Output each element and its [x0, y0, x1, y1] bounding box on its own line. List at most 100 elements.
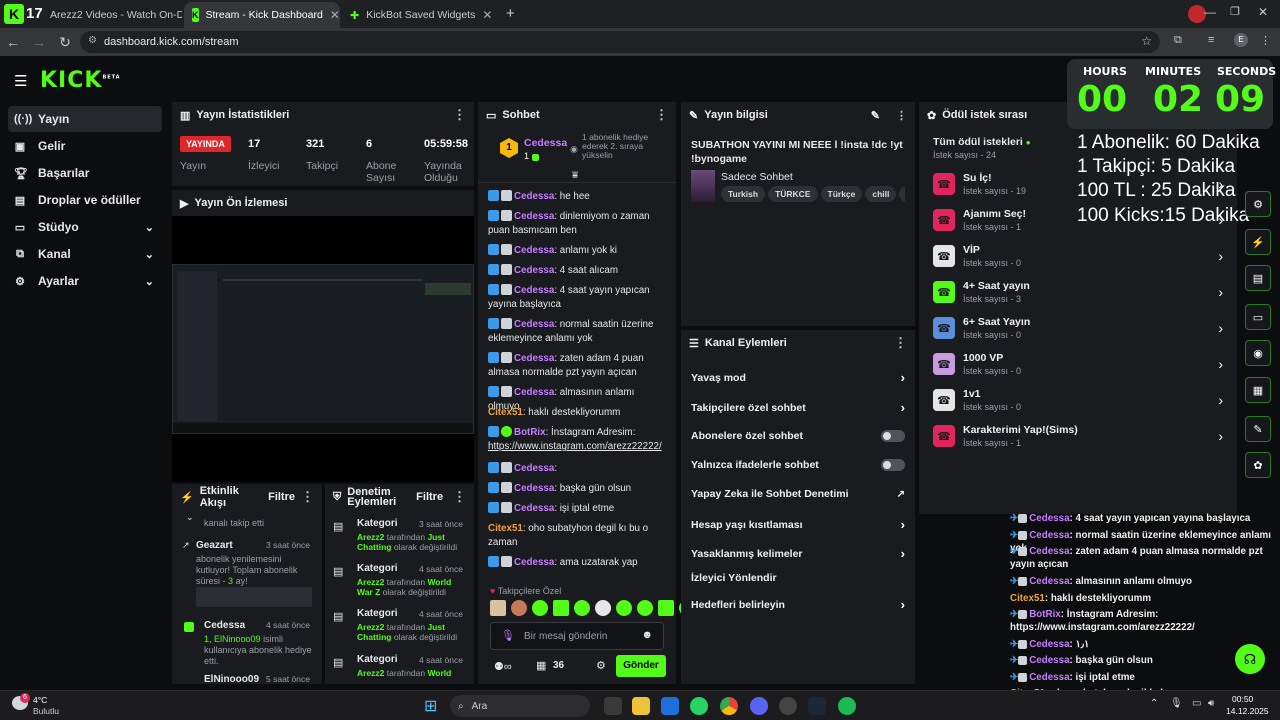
sidebar-item-yayin[interactable]: ((·)) Yayın: [8, 106, 162, 132]
emote[interactable]: [574, 600, 590, 616]
chat-username[interactable]: Cedessa: [514, 265, 554, 276]
media-icon[interactable]: ≡: [1208, 34, 1214, 46]
microphone-icon[interactable]: 🎙︎: [501, 629, 515, 642]
action-emote-only[interactable]: Yalnızca ifadelerle sohbet: [691, 459, 905, 471]
chevron-right-icon[interactable]: ›: [1218, 284, 1223, 300]
all-rewards-link[interactable]: Tüm ödül istekleri ●: [933, 136, 1031, 148]
taskbar-search[interactable]: ⌕ Ara: [450, 695, 590, 717]
window-close-icon[interactable]: ✕: [1258, 5, 1268, 19]
chat-username[interactable]: Citex51: [488, 407, 523, 418]
emote[interactable]: [658, 600, 674, 616]
sidebar-item-studyo[interactable]: ▭ Stüdyo ⌄: [8, 214, 162, 240]
tag[interactable]: Turkish: [721, 186, 766, 202]
emote-bar[interactable]: [490, 600, 697, 616]
network-icon[interactable]: ▭: [1192, 698, 1201, 709]
rail-notes-button[interactable]: ▤: [1245, 265, 1271, 291]
send-button[interactable]: Gönder: [616, 655, 666, 677]
chat-username[interactable]: Cedessa: [514, 503, 554, 514]
kick-logo[interactable]: KICKBETA: [40, 68, 121, 93]
filter-button[interactable]: Filtre: [416, 492, 443, 503]
filter-button[interactable]: Filtre: [268, 491, 295, 503]
volume-icon[interactable]: 🔊︎: [1208, 698, 1214, 709]
reward-item[interactable]: ☎ VİP İstek sayısı - 0 ›: [933, 240, 1223, 272]
action-set-goals[interactable]: Hedefleri belirleyin ›: [691, 597, 905, 612]
back-icon[interactable]: ←: [0, 34, 26, 50]
chevron-right-icon[interactable]: ›: [1218, 248, 1223, 264]
chat-link[interactable]: https://www.instagram.com/arezz22222/: [488, 441, 662, 452]
tag[interactable]: izle: [899, 186, 905, 202]
emote[interactable]: [616, 600, 632, 616]
extensions-icon[interactable]: ⧉: [1174, 34, 1182, 47]
activity-user[interactable]: Cedessa: [204, 620, 245, 631]
chat-username[interactable]: Cedessa: [514, 387, 554, 398]
chat-username[interactable]: Cedessa: [514, 463, 554, 474]
gear-icon[interactable]: ⚙: [596, 659, 606, 672]
chat-username[interactable]: Cedessa: [514, 245, 554, 256]
profile-avatar[interactable]: E: [1234, 33, 1248, 47]
chat-username[interactable]: Cedessa: [514, 557, 554, 568]
emote[interactable]: [490, 600, 506, 616]
chat-username[interactable]: Citex51: [488, 523, 523, 534]
discord-icon[interactable]: [750, 697, 768, 715]
chat-username[interactable]: Cedessa: [514, 285, 554, 296]
windows-start-icon[interactable]: ⊞: [424, 696, 437, 716]
rail-bolt-button[interactable]: ⚡: [1245, 229, 1271, 255]
emote[interactable]: [532, 600, 548, 616]
reward-item[interactable]: ☎ 1v1 İstek sayısı - 0 ›: [933, 384, 1223, 416]
chrome-icon[interactable]: [720, 697, 738, 715]
action-account-age[interactable]: Hesap yaşı kısıtlaması ›: [691, 517, 905, 532]
kick-favicon[interactable]: K: [4, 4, 24, 24]
chevron-right-icon[interactable]: ›: [1218, 356, 1223, 372]
more-options-icon[interactable]: ⋮: [896, 109, 907, 122]
edit-icon[interactable]: ✎: [871, 109, 880, 122]
reward-item[interactable]: ☎ 4+ Saat yayın İstek sayısı - 3 ›: [933, 276, 1223, 308]
steam-icon[interactable]: [808, 697, 826, 715]
action-redirect-viewers[interactable]: İzleyici Yönlendir: [691, 572, 905, 584]
activity-user[interactable]: Geazart: [196, 540, 233, 551]
browser-menu-icon[interactable]: ⋮: [1260, 34, 1271, 47]
sidebar-item-ayarlar[interactable]: ⚙ Ayarlar ⌄: [8, 268, 162, 294]
rail-wrench-button[interactable]: ✎: [1245, 416, 1271, 442]
whatsapp-icon[interactable]: [690, 697, 708, 715]
reward-item[interactable]: ☎ 6+ Saat Yayın İstek sayısı - 0 ›: [933, 312, 1223, 344]
chat-username[interactable]: Cedessa: [514, 211, 554, 222]
activity-user[interactable]: ElNinooo09: [204, 674, 259, 684]
address-bar[interactable]: ⚙ dashboard.kick.com/stream ☆: [80, 31, 1160, 53]
reload-icon[interactable]: ↻: [52, 34, 78, 51]
toggle-switch[interactable]: [881, 459, 905, 471]
emote[interactable]: [595, 600, 611, 616]
chat-username[interactable]: Cedessa: [514, 319, 554, 330]
forward-icon[interactable]: →: [26, 34, 52, 50]
rail-layout-button[interactable]: ▦: [1245, 377, 1271, 403]
action-subs-chat[interactable]: Abonelere özel sohbet: [691, 430, 905, 442]
action-ai-moderation[interactable]: Yapay Zeka ile Sohbet Denetimi ↗: [691, 488, 905, 500]
more-options-icon[interactable]: ⋮: [894, 335, 907, 351]
emote[interactable]: [511, 600, 527, 616]
clock-date[interactable]: 14.12.2025: [1226, 706, 1269, 716]
tab-kickbot-widgets[interactable]: ✚ KickBot Saved Widgets ✕: [342, 2, 498, 28]
chevron-right-icon[interactable]: ›: [1218, 320, 1223, 336]
tag[interactable]: Türkçe: [820, 186, 863, 202]
chat-username[interactable]: Cedessa: [514, 353, 554, 364]
tray-chevron-icon[interactable]: ⌃: [1150, 698, 1158, 709]
reward-item[interactable]: ☎ Karakterimi Yap!(Sims) İstek sayısı - 1 ›: [933, 420, 1223, 452]
chevron-down-icon[interactable]: ⌄: [186, 512, 194, 523]
emote[interactable]: [637, 600, 653, 616]
tag[interactable]: TÜRKCE: [768, 186, 818, 202]
close-icon[interactable]: ✕: [482, 8, 492, 22]
rail-reward-button[interactable]: ✿: [1245, 452, 1271, 478]
chevron-right-icon[interactable]: ›: [1218, 392, 1223, 408]
pinned-user-name[interactable]: Cedessa: [524, 137, 567, 149]
file-explorer-icon[interactable]: [632, 697, 650, 715]
hamburger-menu-icon[interactable]: ☰: [14, 72, 27, 90]
clock-time[interactable]: 00:50: [1232, 694, 1253, 704]
sidebar-item-kanal[interactable]: ⧉ Kanal ⌄: [8, 241, 162, 267]
action-banned-words[interactable]: Yasaklanmış kelimeler ›: [691, 546, 905, 561]
more-options-icon[interactable]: ⋮: [453, 107, 466, 123]
rail-broadcast-button[interactable]: ◉: [1245, 340, 1271, 366]
maximize-icon[interactable]: ❐: [1230, 5, 1240, 18]
action-followers-chat[interactable]: Takipçilere özel sohbet ›: [691, 400, 905, 415]
sidebar-item-droplar[interactable]: ▤ Droplar ve ödüller: [8, 187, 162, 213]
tab-stream-dashboard[interactable]: K Stream - Kick Dashboard ✕: [184, 2, 340, 28]
rail-chat-button[interactable]: ▭: [1245, 304, 1271, 330]
